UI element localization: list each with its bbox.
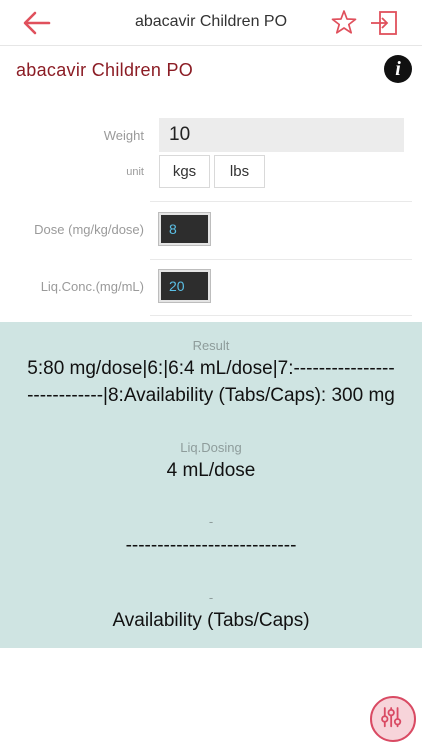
- star-icon[interactable]: [331, 9, 357, 35]
- unit-lbs-button[interactable]: lbs: [214, 155, 265, 188]
- dash-value: ---------------------------: [125, 535, 297, 556]
- nav-title: abacavir Children PO: [134, 13, 288, 30]
- liq-dosing-value: 4 mL/dose: [166, 460, 256, 481]
- weight-label: Weight: [103, 128, 144, 143]
- arrow-left-icon[interactable]: [22, 9, 52, 37]
- availability-label: -: [208, 590, 214, 605]
- conc-input[interactable]: [158, 269, 211, 303]
- result-panel: Result 5:80 mg/dose|6:|6:4 mL/dose|7:---…: [0, 322, 422, 648]
- result-line-1: 5:80 mg/dose|6:|6:4 mL/dose|7:----------…: [27, 358, 395, 379]
- sliders-icon: [381, 707, 402, 728]
- drug-title: abacavir Children PO: [16, 60, 194, 80]
- divider: [150, 201, 412, 202]
- availability-value: Availability (Tabs/Caps): [112, 610, 310, 631]
- dose-label: Dose (mg/kg/dose): [34, 222, 144, 237]
- settings-fab[interactable]: [370, 696, 416, 742]
- unit-kgs-button[interactable]: kgs: [159, 155, 210, 188]
- nav-bar: abacavir Children PO: [0, 0, 422, 46]
- liq-dosing-label: Liq.Dosing: [180, 440, 242, 455]
- divider: [150, 315, 412, 316]
- weight-input[interactable]: [159, 118, 404, 152]
- dash-label: -: [208, 514, 214, 529]
- unit-label: unit: [126, 166, 144, 178]
- dose-input[interactable]: [158, 212, 211, 246]
- info-icon[interactable]: i: [384, 55, 412, 83]
- divider: [150, 259, 412, 260]
- result-line-2: ------------|8:Availability (Tabs/Caps):…: [27, 385, 395, 406]
- result-label: Result: [192, 338, 230, 353]
- conc-label: Liq.Conc.(mg/mL): [40, 279, 144, 294]
- exit-icon[interactable]: [369, 9, 399, 37]
